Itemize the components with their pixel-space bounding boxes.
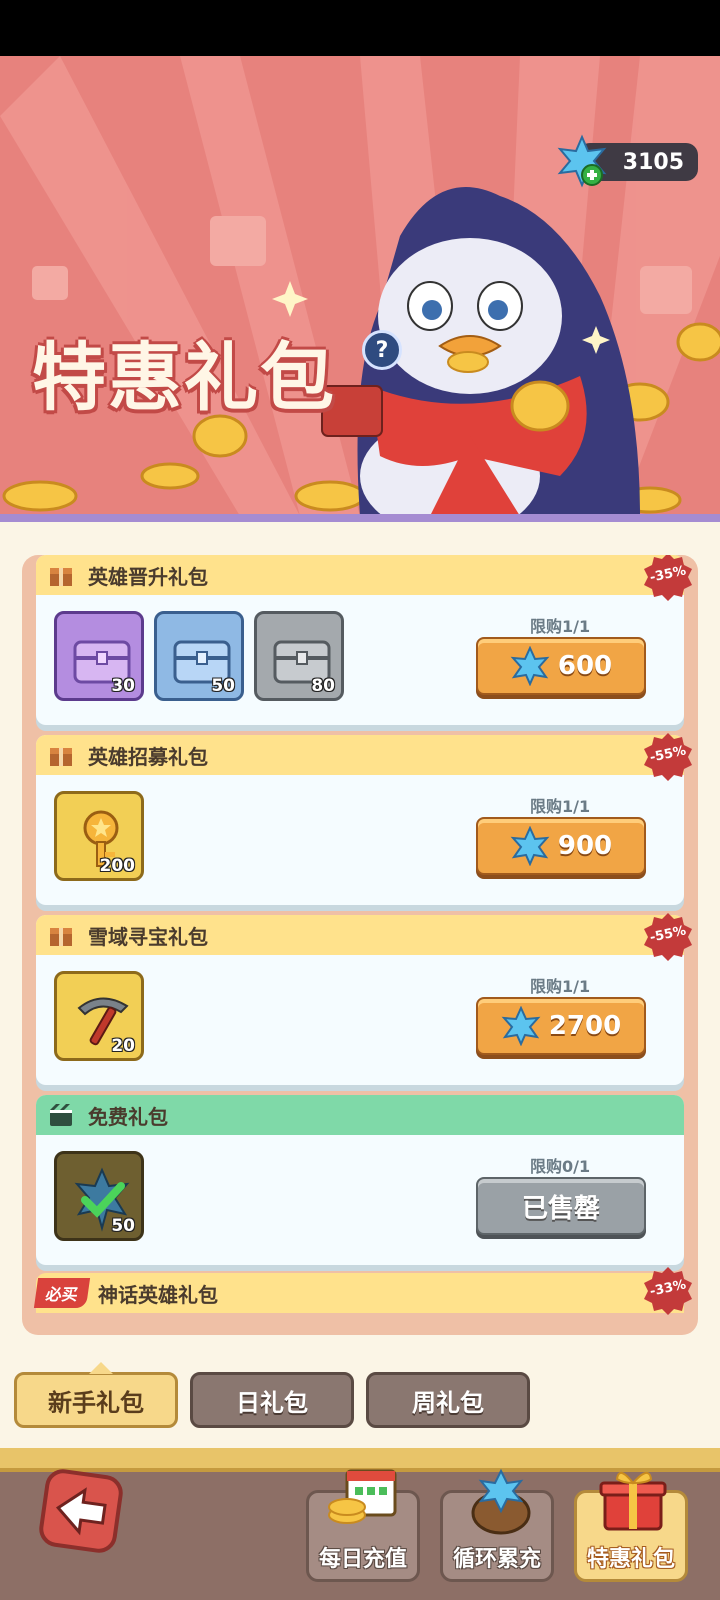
status-bar bbox=[0, 0, 720, 56]
item-count: 50 bbox=[211, 676, 235, 696]
reward-item[interactable]: 20 bbox=[54, 971, 144, 1061]
discount-badge: -55% bbox=[642, 731, 694, 783]
sold-out-button[interactable]: 已售罄 bbox=[476, 1177, 646, 1235]
discount-badge: -33% bbox=[642, 1265, 694, 1317]
promo-banner bbox=[0, 56, 720, 516]
nav-label: 特惠礼包 bbox=[586, 1547, 675, 1572]
gift-icon bbox=[50, 568, 72, 586]
gem-count: 3105 bbox=[622, 149, 684, 175]
pack-card-mythic-hero: 必买 神话英雄礼包 -33% bbox=[33, 1267, 692, 1315]
must-buy-tag: 必买 bbox=[33, 1278, 91, 1308]
pack-header: 英雄招募礼包 bbox=[36, 735, 684, 775]
reward-item[interactable]: 50 bbox=[54, 1151, 144, 1241]
banner-divider bbox=[0, 514, 720, 522]
gem-icon bbox=[510, 826, 550, 866]
gem-counter[interactable]: 3105 bbox=[557, 134, 698, 188]
pack-card-hero-recruit: 英雄招募礼包 -55% 200 限购1/1 900 bbox=[36, 733, 692, 905]
gift-icon bbox=[50, 748, 72, 766]
price-label: 900 bbox=[557, 831, 613, 861]
discount-badge: -35% bbox=[642, 555, 694, 603]
pack-list[interactable]: 英雄晋升礼包 -35% 30 50 80 限购1/1 600 英雄招募礼包 -5… bbox=[22, 555, 698, 1335]
pack-name: 雪域寻宝礼包 bbox=[88, 924, 208, 949]
reward-item[interactable]: 80 bbox=[254, 611, 344, 701]
help-icon[interactable]: ? bbox=[362, 330, 402, 370]
nav-label: 循环累充 bbox=[452, 1547, 541, 1572]
gift-icon bbox=[50, 928, 72, 946]
back-button[interactable] bbox=[36, 1466, 126, 1556]
item-count: 50 bbox=[111, 1216, 135, 1236]
gem-plus-icon[interactable] bbox=[554, 133, 610, 189]
video-icon bbox=[50, 1104, 72, 1126]
pack-header: 英雄晋升礼包 bbox=[36, 555, 684, 595]
item-count: 30 bbox=[111, 676, 135, 696]
purchase-limit: 限购1/1 bbox=[530, 977, 591, 996]
reward-item[interactable]: 200 bbox=[54, 791, 144, 881]
gem-icon bbox=[510, 646, 550, 686]
pack-header: 雪域寻宝礼包 bbox=[36, 915, 684, 955]
nav-daily-recharge[interactable]: 每日充值 bbox=[306, 1469, 420, 1582]
banner-background-art bbox=[0, 56, 720, 516]
price-label: 2700 bbox=[548, 1011, 622, 1041]
back-arrow-icon bbox=[55, 1487, 107, 1536]
purchase-limit: 限购1/1 bbox=[530, 617, 591, 636]
item-count: 200 bbox=[99, 856, 136, 876]
pack-card-hero-promotion: 英雄晋升礼包 -35% 30 50 80 限购1/1 600 bbox=[36, 555, 692, 725]
sold-out-label: 已售罄 bbox=[521, 1193, 600, 1224]
pack-tabs: 新手礼包 日礼包 周礼包 bbox=[14, 1362, 706, 1432]
pack-name: 神话英雄礼包 bbox=[98, 1282, 219, 1307]
pack-name: 免费礼包 bbox=[88, 1104, 168, 1129]
gem-bag-icon bbox=[471, 1468, 531, 1535]
nav-label: 每日充值 bbox=[318, 1547, 407, 1572]
buy-button[interactable]: 600 bbox=[476, 637, 646, 695]
tab-daily-pack[interactable]: 日礼包 bbox=[190, 1372, 354, 1428]
buy-button[interactable]: 900 bbox=[476, 817, 646, 875]
tab-newbie-pack[interactable]: 新手礼包 bbox=[14, 1362, 178, 1428]
nav-cycle-recharge[interactable]: 循环累充 bbox=[440, 1468, 554, 1582]
calendar-coins-icon bbox=[328, 1469, 397, 1524]
gem-icon bbox=[501, 1006, 541, 1046]
discount-badge: -55% bbox=[642, 911, 694, 963]
reward-item[interactable]: 30 bbox=[54, 611, 144, 701]
pack-name: 英雄招募礼包 bbox=[88, 744, 208, 769]
pack-header: 免费礼包 bbox=[36, 1095, 684, 1135]
item-count: 20 bbox=[111, 1036, 135, 1056]
price-label: 600 bbox=[557, 651, 613, 681]
tab-weekly-pack[interactable]: 周礼包 bbox=[366, 1372, 530, 1428]
page-title: 特惠礼包 bbox=[32, 335, 336, 421]
purchase-limit: 限购1/1 bbox=[530, 797, 591, 816]
pack-card-snow-treasure: 雪域寻宝礼包 -55% 20 限购1/1 2700 bbox=[36, 913, 692, 1085]
gift-box-icon bbox=[599, 1472, 667, 1531]
buy-button[interactable]: 2700 bbox=[476, 997, 646, 1055]
pack-name: 英雄晋升礼包 bbox=[88, 564, 208, 589]
item-count: 80 bbox=[311, 676, 335, 696]
pack-card-free: 免费礼包 50 限购0/1 已售罄 bbox=[36, 1095, 684, 1265]
reward-item[interactable]: 50 bbox=[154, 611, 244, 701]
purchase-limit: 限购0/1 bbox=[530, 1157, 591, 1176]
nav-special-packs[interactable]: 特惠礼包 bbox=[574, 1472, 688, 1582]
